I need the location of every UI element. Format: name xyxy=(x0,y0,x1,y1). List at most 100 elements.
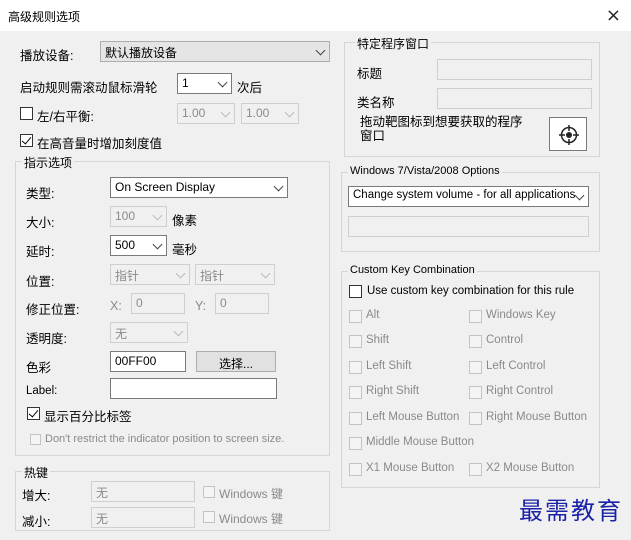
key-left-control-label: Left Control xyxy=(486,360,546,372)
key-right-mouse-checkbox[interactable] xyxy=(469,412,482,425)
chevron-down-icon xyxy=(220,107,231,118)
program-window-group-label: 特定程序窗口 xyxy=(355,35,432,52)
key-right-shift-checkbox[interactable] xyxy=(349,386,362,399)
delay-label: 延时: xyxy=(26,245,55,259)
opacity-label: 透明度: xyxy=(26,332,67,346)
opacity-select[interactable]: 无 xyxy=(110,322,188,343)
watermark-logo: 最需教育 xyxy=(519,497,623,525)
device-select-value: 默认播放设备 xyxy=(105,46,178,60)
fix-position-label: 修正位置: xyxy=(26,303,80,317)
key-windows-label: Windows Key xyxy=(486,309,556,321)
hotkey-decrease-win-label: Windows 键 xyxy=(219,512,284,526)
key-left-mouse-checkbox[interactable] xyxy=(349,412,362,425)
balance-right-select[interactable]: 1.00 xyxy=(241,103,299,124)
key-windows-checkbox[interactable] xyxy=(469,310,482,323)
program-class-label: 类名称 xyxy=(357,96,395,110)
label-field-label: Label: xyxy=(26,385,58,397)
crosshair-icon-graphic xyxy=(559,125,579,145)
chevron-down-icon xyxy=(173,326,184,337)
delay-unit: 毫秒 xyxy=(172,243,198,257)
key-shift-checkbox[interactable] xyxy=(349,335,362,348)
position-select-1[interactable]: 指针 xyxy=(110,264,190,285)
position-select-2-value: 指针 xyxy=(200,269,225,283)
type-label: 类型: xyxy=(26,187,55,201)
color-label: 色彩 xyxy=(26,361,52,375)
key-left-control-checkbox[interactable] xyxy=(469,361,482,374)
crosshair-target-icon[interactable] xyxy=(549,117,587,151)
device-label: 播放设备: xyxy=(20,49,74,63)
position-select-1-value: 指针 xyxy=(115,269,140,283)
fix-y-input[interactable]: 0 xyxy=(215,293,269,314)
win7-extra-field[interactable] xyxy=(348,216,589,237)
balance-left-select[interactable]: 1.00 xyxy=(177,103,235,124)
fix-x-label: X: xyxy=(110,299,122,313)
label-input[interactable] xyxy=(110,378,277,399)
activation-count-select[interactable]: 1 xyxy=(177,73,232,94)
key-right-mouse-label: Right Mouse Button xyxy=(486,411,588,423)
hotkey-increase-win-checkbox[interactable] xyxy=(203,486,215,498)
fix-x-input[interactable]: 0 xyxy=(131,293,185,314)
balance-right-value: 1.00 xyxy=(246,106,270,120)
increase-scale-checkbox[interactable] xyxy=(20,134,33,147)
key-alt-checkbox[interactable] xyxy=(349,310,362,323)
no-restrict-label: Don't restrict the indicator position to… xyxy=(45,433,285,445)
key-x2-mouse-label: X2 Mouse Button xyxy=(486,462,575,474)
delay-select-value: 500 xyxy=(115,238,136,252)
activation-suffix: 次后 xyxy=(237,81,263,95)
key-right-control-checkbox[interactable] xyxy=(469,386,482,399)
color-choose-button[interactable]: 选择... xyxy=(196,351,276,372)
chevron-down-icon xyxy=(152,210,163,221)
position-label: 位置: xyxy=(26,275,55,289)
key-right-shift-label: Right Shift xyxy=(366,385,420,397)
device-select[interactable]: 默认播放设备 xyxy=(100,41,330,62)
win7-options-group-label: Windows 7/Vista/2008 Options xyxy=(348,165,502,177)
delay-select[interactable]: 500 xyxy=(110,235,167,256)
size-select[interactable]: 100 xyxy=(110,206,167,227)
title-bar: 高级规则选项 × xyxy=(0,0,631,31)
key-left-shift-label: Left Shift xyxy=(366,360,412,372)
chevron-down-icon xyxy=(273,181,284,192)
activation-label: 启动规则需滚动鼠标滑轮 xyxy=(20,81,158,95)
chevron-down-icon xyxy=(152,239,163,250)
chevron-down-icon xyxy=(260,268,271,279)
balance-left-value: 1.00 xyxy=(182,106,206,120)
hotkey-increase-win-label: Windows 键 xyxy=(219,487,284,501)
size-unit: 像素 xyxy=(172,214,198,228)
hotkey-increase-input[interactable]: 无 xyxy=(91,481,195,502)
drag-hint-line1: 拖动靶图标到想要获取的程序 xyxy=(360,115,523,129)
close-icon[interactable]: × xyxy=(606,5,621,26)
use-custom-keys-label: Use custom key combination for this rule xyxy=(367,285,575,297)
program-title-label: 标题 xyxy=(357,67,383,81)
program-title-input[interactable] xyxy=(437,59,592,80)
key-x2-mouse-checkbox[interactable] xyxy=(469,463,482,476)
position-select-2[interactable]: 指针 xyxy=(195,264,275,285)
key-x1-mouse-checkbox[interactable] xyxy=(349,463,362,476)
indicator-group-label: 指示选项 xyxy=(22,154,75,171)
window-title: 高级规则选项 xyxy=(8,10,81,24)
key-alt-label: Alt xyxy=(366,309,380,321)
key-right-control-label: Right Control xyxy=(486,385,554,397)
key-left-shift-checkbox[interactable] xyxy=(349,361,362,374)
hotkey-decrease-win-checkbox[interactable] xyxy=(203,511,215,523)
color-input[interactable]: 00FF00 xyxy=(110,351,186,372)
key-control-label: Control xyxy=(486,334,524,346)
no-restrict-checkbox[interactable] xyxy=(30,434,41,445)
hotkey-increase-label: 增大: xyxy=(22,489,51,503)
chevron-down-icon xyxy=(217,77,228,88)
key-left-mouse-label: Left Mouse Button xyxy=(366,411,460,423)
key-middle-mouse-checkbox[interactable] xyxy=(349,437,362,450)
chevron-down-icon xyxy=(315,45,326,56)
win7-volume-select-value: Change system volume - for all applicati… xyxy=(353,189,576,201)
type-select[interactable]: On Screen Display xyxy=(110,177,288,198)
chevron-down-icon xyxy=(574,190,585,201)
hotkey-decrease-input[interactable]: 无 xyxy=(91,507,195,528)
key-control-checkbox[interactable] xyxy=(469,335,482,348)
win7-volume-select[interactable]: Change system volume - for all applicati… xyxy=(348,186,589,207)
program-class-input[interactable] xyxy=(437,88,592,109)
size-label: 大小: xyxy=(26,216,55,230)
balance-checkbox[interactable] xyxy=(20,107,33,120)
custom-keys-group-label: Custom Key Combination xyxy=(348,264,477,276)
show-percent-label: 显示百分比标签 xyxy=(44,410,132,424)
show-percent-checkbox[interactable] xyxy=(27,407,40,420)
use-custom-keys-checkbox[interactable] xyxy=(349,285,362,298)
